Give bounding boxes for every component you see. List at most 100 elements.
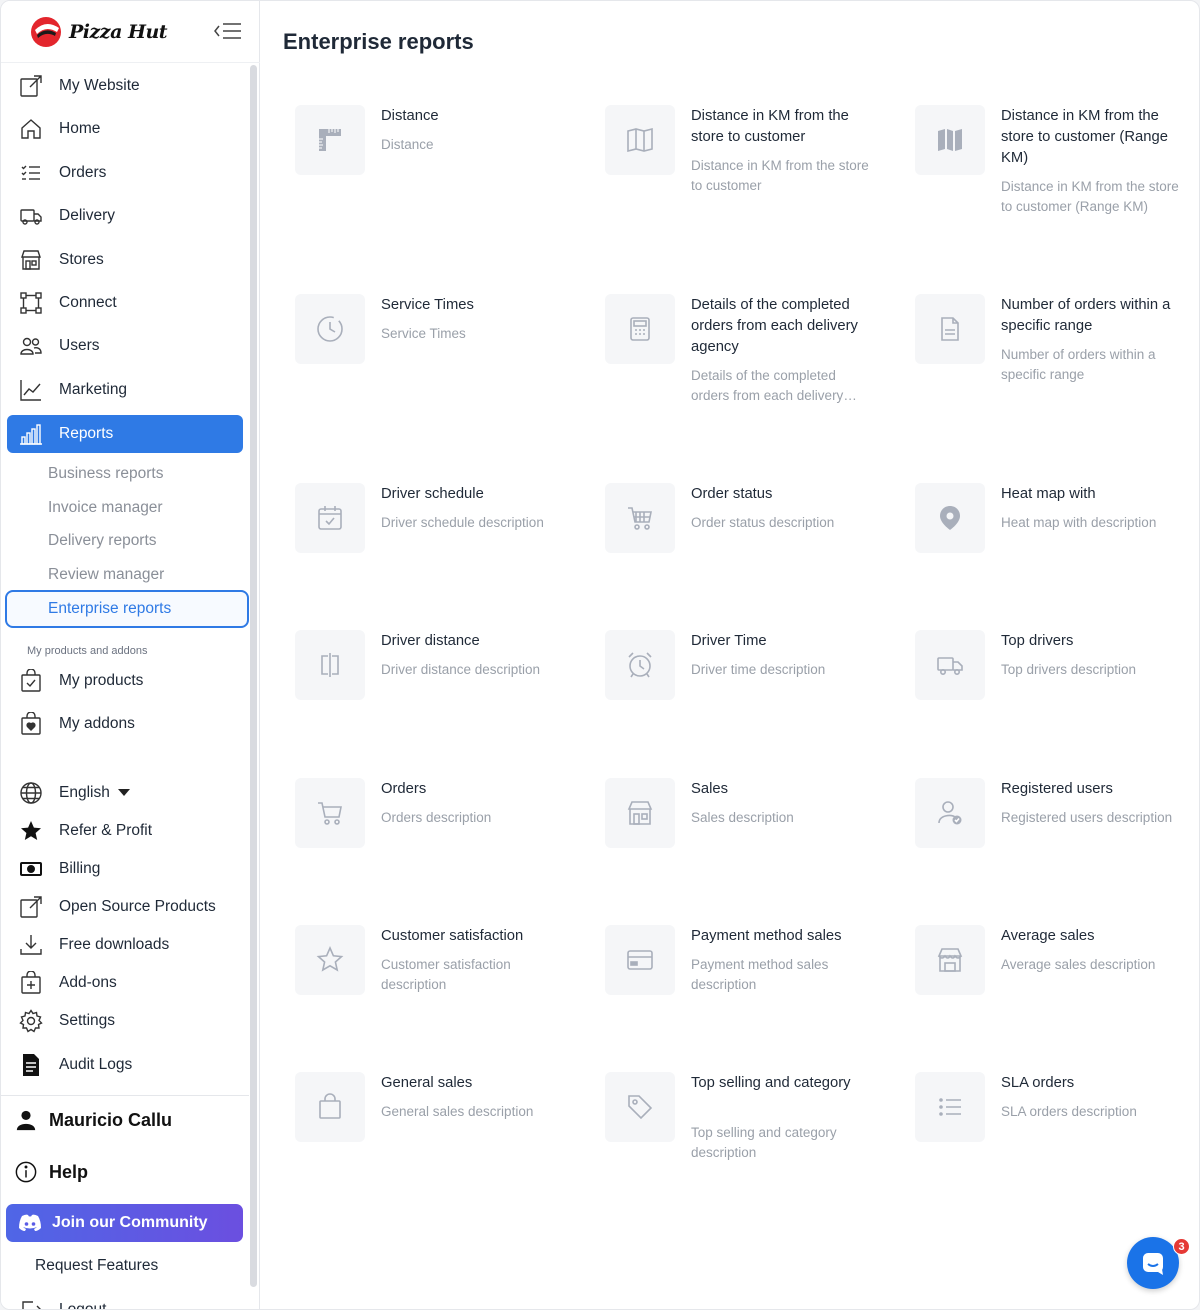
report-description: Heat map with description [1001, 515, 1157, 530]
help-link[interactable]: Help [15, 1161, 88, 1183]
report-tile [915, 925, 985, 995]
cart-icon [626, 504, 654, 532]
report-title: Customer satisfaction [381, 928, 524, 944]
report-description: General sales description [381, 1104, 534, 1119]
report-description: Distance in KM from the store to custome… [1001, 179, 1179, 214]
star-icon [19, 819, 43, 843]
sidebar-item-label: Logout [59, 1301, 107, 1310]
bag-check-icon [19, 669, 43, 693]
sidebar-item-orders[interactable]: Orders [7, 154, 243, 192]
report-title: Heat map with [1001, 486, 1096, 502]
sidebar-subitem-business-reports[interactable]: Business reports [5, 455, 249, 493]
sidebar-item-open-source-products[interactable]: Open Source Products [7, 888, 243, 926]
sidebar-subitem-delivery-reports[interactable]: Delivery reports [5, 522, 249, 560]
sidebar-item-billing[interactable]: Billing [7, 850, 243, 888]
ruler-icon [316, 126, 344, 154]
list-icon [936, 1093, 964, 1121]
user-check-icon [936, 799, 964, 827]
report-title: Driver Time [691, 633, 767, 649]
sidebar-item-my-website[interactable]: My Website [7, 67, 243, 105]
language-selector[interactable]: English [7, 774, 243, 812]
report-description: Payment method sales description [691, 957, 829, 992]
report-title: Number of orders within a specific range [1001, 297, 1171, 334]
report-description: Driver distance description [381, 662, 541, 677]
sidebar-subitem-enterprise-reports[interactable]: Enterprise reports [5, 590, 249, 628]
sidebar-item-label: Free downloads [59, 936, 170, 953]
sidebar-item-home[interactable]: Home [7, 110, 243, 148]
sidebar-item-refer-profit[interactable]: Refer & Profit [7, 812, 243, 850]
report-description: Driver schedule description [381, 515, 544, 530]
sidebar-item-label: Connect [59, 294, 117, 311]
sidebar-subitem-review-manager[interactable]: Review manager [5, 556, 249, 594]
money-icon [19, 857, 43, 881]
sidebar-item-my-products[interactable]: My products [7, 662, 243, 700]
star-outline-icon [316, 946, 344, 974]
report-title: Details of the completed orders from eac… [691, 297, 858, 355]
brand-logo[interactable]: Pizza Hut [29, 15, 168, 49]
truck-icon [936, 651, 964, 679]
report-title: Distance [381, 108, 439, 124]
sidebar-item-audit-logs[interactable]: Audit Logs [7, 1046, 243, 1084]
split-icon [316, 651, 344, 679]
map-filled-icon [936, 126, 964, 154]
sidebar-item-logout[interactable]: Logout [7, 1291, 243, 1310]
report-tile [605, 294, 675, 364]
sidebar-item-delivery[interactable]: Delivery [7, 197, 243, 235]
sidebar: Pizza Hut My Website Home Orders Deliver… [1, 1, 260, 1310]
help-label: Help [49, 1161, 89, 1182]
report-title: General sales [381, 1075, 473, 1091]
sidebar-item-free-downloads[interactable]: Free downloads [7, 926, 243, 964]
report-title: SLA orders [1001, 1075, 1075, 1091]
sidebar-item-label: Audit Logs [59, 1056, 133, 1073]
report-tile [295, 1072, 365, 1142]
map-pin-icon [936, 504, 964, 532]
report-tile [605, 1072, 675, 1142]
truck-icon [19, 204, 43, 228]
sidebar-scrollbar[interactable] [250, 65, 257, 1287]
bag-heart-icon [19, 712, 43, 736]
main-content: Enterprise reports Distance Distance Dis… [261, 1, 1199, 1309]
chart-line-icon [19, 378, 43, 402]
report-description: Orders description [381, 810, 492, 825]
report-tile [295, 483, 365, 553]
sidebar-item-reports[interactable]: Reports [7, 415, 243, 453]
app-frame: Pizza Hut My Website Home Orders Deliver… [0, 0, 1200, 1310]
chat-launcher-button[interactable] [1127, 1237, 1179, 1289]
sidebar-item-label: Delivery [59, 207, 115, 224]
request-features-link[interactable]: Request Features [35, 1257, 158, 1275]
alarm-icon [626, 651, 654, 679]
sidebar-item-my-addons[interactable]: My addons [7, 705, 243, 743]
report-tile [915, 483, 985, 553]
report-description: SLA orders description [1001, 1104, 1137, 1119]
sidebar-item-settings[interactable]: Settings [7, 1002, 243, 1040]
connect-icon [19, 291, 43, 315]
report-title: Orders [381, 781, 427, 797]
report-tile [915, 294, 985, 364]
download-icon [19, 933, 43, 957]
report-title: Registered users [1001, 781, 1113, 797]
join-community-button[interactable]: Join our Community [6, 1204, 243, 1242]
report-tile [605, 778, 675, 848]
gear-icon [19, 1009, 43, 1033]
sidebar-item-marketing[interactable]: Marketing [7, 371, 243, 409]
home-icon [19, 117, 43, 141]
sidebar-item-label: My addons [59, 715, 135, 732]
sidebar-item-label: Settings [59, 1012, 116, 1029]
sidebar-item-stores[interactable]: Stores [7, 241, 243, 279]
report-tile [605, 105, 675, 175]
user-profile[interactable]: Mauricio Callu [15, 1109, 172, 1131]
tag-icon [626, 1093, 654, 1121]
report-title: Driver distance [381, 633, 480, 649]
document-icon [19, 1053, 43, 1077]
sidebar-item-connect[interactable]: Connect [7, 284, 243, 322]
user-icon [15, 1109, 37, 1131]
cart-icon [316, 799, 344, 827]
report-title: Service Times [381, 297, 474, 313]
collapse-sidebar-button[interactable] [211, 19, 243, 43]
sidebar-item-label: Home [59, 120, 101, 137]
sidebar-item-add-ons[interactable]: Add-ons [7, 964, 243, 1002]
sidebar-item-users[interactable]: Users [7, 327, 243, 365]
report-tile [295, 105, 365, 175]
list-icon [19, 161, 43, 185]
sidebar-item-label: Marketing [59, 381, 128, 398]
